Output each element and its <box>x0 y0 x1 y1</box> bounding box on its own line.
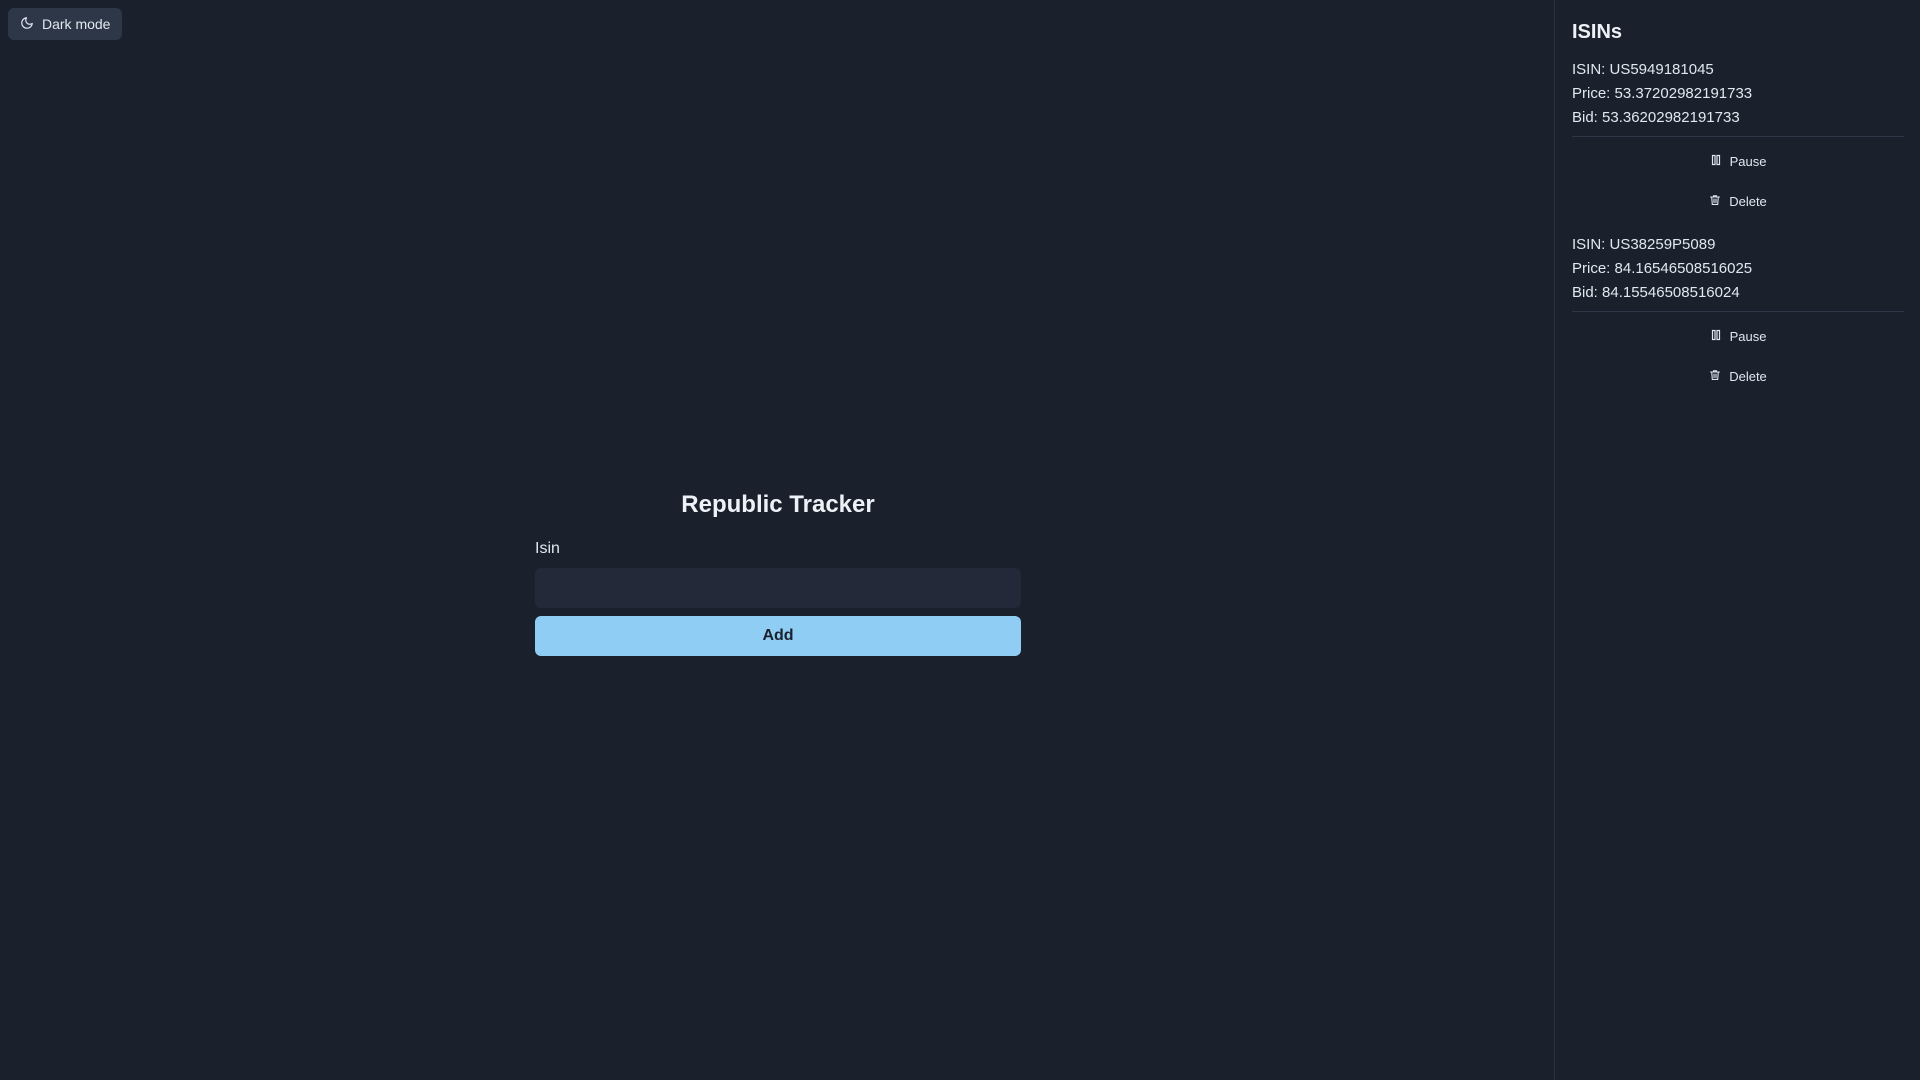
pause-button[interactable]: Pause <box>1572 145 1904 177</box>
divider <box>1572 136 1904 137</box>
app-root: Dark mode Republic Tracker Isin Add ISIN… <box>0 0 1920 1080</box>
isin-input[interactable] <box>535 568 1021 608</box>
pause-icon <box>1710 154 1722 169</box>
trash-icon <box>1709 369 1721 384</box>
main-area: Republic Tracker Isin Add <box>0 0 1554 1080</box>
isin-price: Price: 53.37202982191733 <box>1572 85 1753 102</box>
isin-bid: Bid: 53.36202982191733 <box>1572 109 1740 126</box>
pause-label: Pause <box>1729 153 1767 169</box>
delete-button[interactable]: Delete <box>1572 185 1904 217</box>
pause-icon <box>1710 329 1722 344</box>
isin-card: ISIN: US5949181045 Price: 53.37202982191… <box>1572 58 1904 217</box>
divider <box>1572 311 1904 312</box>
isin-field-label: Isin <box>535 540 560 557</box>
pause-button[interactable]: Pause <box>1572 320 1904 352</box>
isin-sidebar: ISINs ISIN: US5949181045 Price: 53.37202… <box>1554 0 1920 1080</box>
page-title: Republic Tracker <box>681 491 875 518</box>
isin-bid: Bid: 84.15546508516024 <box>1572 284 1740 301</box>
trash-icon <box>1709 194 1721 209</box>
sidebar-title: ISINs <box>1572 21 1623 43</box>
isin-code: ISIN: US5949181045 <box>1572 61 1714 78</box>
isin-code: ISIN: US38259P5089 <box>1572 236 1716 253</box>
pause-label: Pause <box>1729 328 1767 344</box>
delete-label: Delete <box>1729 368 1767 384</box>
isin-card: ISIN: US38259P5089 Price: 84.16546508516… <box>1572 233 1904 392</box>
isin-price: Price: 84.16546508516025 <box>1572 260 1753 277</box>
delete-label: Delete <box>1729 193 1767 209</box>
add-isin-form: Republic Tracker Isin Add <box>535 488 1021 656</box>
add-button[interactable]: Add <box>535 616 1021 656</box>
delete-button[interactable]: Delete <box>1572 360 1904 392</box>
